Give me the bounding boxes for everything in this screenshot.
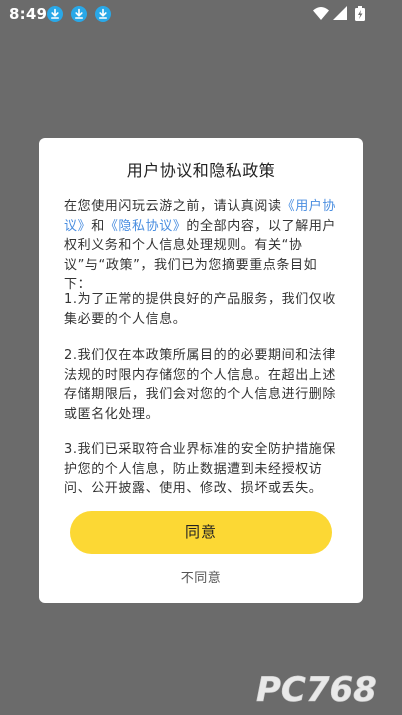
disagree-button[interactable]: 不同意 <box>39 567 363 586</box>
watermark-text: PC768 <box>256 670 377 709</box>
intro-text: 在您使用闪玩云游之前，请认真阅读 <box>64 199 282 214</box>
intro-paragraph: 在您使用闪玩云游之前，请认真阅读《用户协议》和《隐私协议》的全部内容，以了解用户… <box>64 197 338 295</box>
privacy-agreement-link[interactable]: 《隐私协议》 <box>105 219 187 234</box>
policy-item-1: 1.为了正常的提供良好的产品服务，我们仅收集必要的个人信息。 <box>64 292 337 327</box>
privacy-dialog: 用户协议和隐私政策 在您使用闪玩云游之前，请认真阅读《用户协议》和《隐私协议》的… <box>39 138 363 603</box>
download-icon <box>71 6 87 22</box>
status-time: 8:49 <box>9 5 48 23</box>
status-bar: 8:49 <box>0 0 402 28</box>
policy-item-3: 3.我们已采取符合业界标准的安全防护措施保护您的个人信息，防止数据遭到未经授权访… <box>64 442 337 496</box>
battery-icon <box>355 6 365 21</box>
pc768-watermark-logo: PC768 <box>256 670 377 709</box>
agree-button[interactable]: 同意 <box>70 511 332 554</box>
signal-icon <box>333 6 347 20</box>
system-status-icons <box>313 6 365 21</box>
wifi-icon <box>313 7 329 20</box>
intro-text: 和 <box>91 218 105 234</box>
download-icon <box>47 6 63 22</box>
download-icon <box>95 6 111 22</box>
dialog-title: 用户协议和隐私政策 <box>126 161 276 180</box>
policy-item-2: 2.我们仅在本政策所属目的的必要期间和法律法规的时限内存储您的个人信息。在超出上… <box>64 348 337 422</box>
